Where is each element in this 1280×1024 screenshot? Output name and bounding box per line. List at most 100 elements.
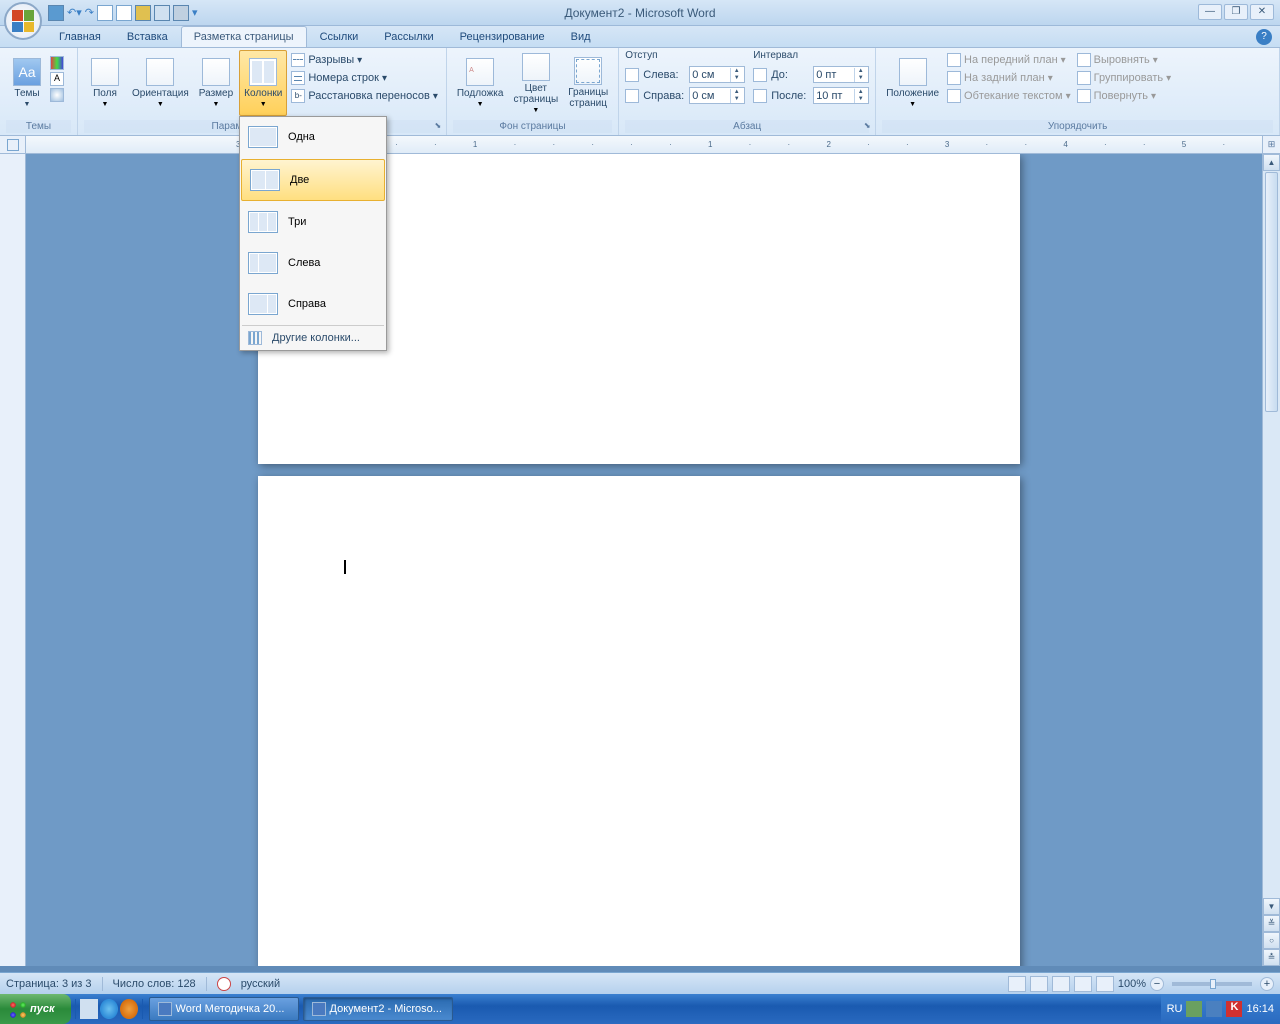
zoom-thumb[interactable] [1210, 979, 1216, 989]
columns-option-three[interactable]: Три [240, 202, 386, 243]
paragraph-dialog-launcher[interactable]: ⬊ [861, 121, 873, 133]
qat-icon-1[interactable] [97, 5, 113, 21]
prev-page-button[interactable]: ≚ [1263, 915, 1280, 932]
columns-option-right[interactable]: Справа [240, 284, 386, 325]
page-setup-dialog-launcher[interactable]: ⬊ [432, 121, 444, 133]
ruler-toggle[interactable]: ⊞ [1262, 136, 1280, 153]
theme-colors-icon[interactable] [50, 56, 64, 70]
browse-object-button[interactable]: ○ [1263, 932, 1280, 949]
minimize-button[interactable]: — [1198, 4, 1222, 20]
close-button[interactable]: ✕ [1250, 4, 1274, 20]
scroll-up-button[interactable]: ▲ [1263, 154, 1280, 171]
qat-icon-2[interactable] [116, 5, 132, 21]
columns-option-two[interactable]: Две [241, 159, 385, 201]
document-canvas[interactable] [26, 154, 1262, 966]
clock[interactable]: 16:14 [1246, 1003, 1274, 1015]
draft-view[interactable] [1096, 976, 1114, 992]
zoom-out-button[interactable]: − [1150, 977, 1164, 991]
tray-icon-1[interactable] [1186, 1001, 1202, 1017]
spacing-before-input[interactable]: 0 пт▲▼ [813, 66, 869, 83]
kaspersky-icon[interactable]: K [1226, 1001, 1242, 1017]
position-icon [899, 58, 927, 86]
indent-right-input[interactable]: 0 см▲▼ [689, 87, 745, 104]
page-status[interactable]: Страница: 3 из 3 [6, 978, 92, 990]
web-layout-view[interactable] [1052, 976, 1070, 992]
ie-icon[interactable] [100, 999, 118, 1019]
tab-insert[interactable]: Вставка [114, 26, 181, 47]
tab-selector[interactable] [0, 136, 26, 153]
columns-icon [249, 58, 277, 86]
more-columns-button[interactable]: Другие колонки... [240, 326, 386, 350]
show-desktop-icon[interactable] [80, 999, 98, 1019]
maximize-button[interactable]: ❐ [1224, 4, 1248, 20]
page-3[interactable] [258, 476, 1020, 966]
page-borders-button[interactable]: Границы страниц [564, 50, 612, 116]
orientation-button[interactable]: Ориентация ▼ [128, 50, 193, 116]
title-bar: ↶▾ ↷ ▾ Документ2 - Microsoft Word — ❐ ✕ [0, 0, 1280, 26]
print-preview-icon[interactable] [154, 5, 170, 21]
tab-view[interactable]: Вид [558, 26, 604, 47]
tab-references[interactable]: Ссылки [307, 26, 372, 47]
page-borders-icon [574, 57, 602, 85]
full-screen-view[interactable] [1030, 976, 1048, 992]
qat-icon-3[interactable] [135, 5, 151, 21]
line-numbers-button[interactable]: Номера строк ▾ [289, 70, 440, 86]
print-layout-view[interactable] [1008, 976, 1026, 992]
qat-customize-icon[interactable]: ▾ [192, 6, 198, 19]
outline-view[interactable] [1074, 976, 1092, 992]
spacing-before-row: До: 0 пт▲▼ [753, 65, 869, 84]
tab-home[interactable]: Главная [46, 26, 114, 47]
tab-page-layout[interactable]: Разметка страницы [181, 26, 307, 47]
undo-icon[interactable]: ↶▾ [67, 6, 82, 19]
columns-option-left[interactable]: Слева [240, 243, 386, 284]
page-color-icon [522, 53, 550, 81]
group-page-background: A Подложка ▼ Цвет страницы ▼ Границы стр… [447, 48, 619, 135]
hyphenation-button[interactable]: b-Расстановка переносов ▾ [289, 88, 440, 104]
save-icon[interactable] [48, 5, 64, 21]
office-button[interactable] [4, 2, 42, 40]
themes-button[interactable]: Aa Темы ▼ [6, 50, 48, 116]
start-button[interactable]: пуск [0, 994, 71, 1024]
indent-left-input[interactable]: 0 см▲▼ [689, 66, 745, 83]
tray-icon-2[interactable] [1206, 1001, 1222, 1017]
ruler-track[interactable]: 3 · · 2 · · 1 · · · · · 1 · · 2 · · 3 · … [26, 136, 1262, 153]
tab-mailings[interactable]: Рассылки [371, 26, 446, 47]
taskbar-item-1[interactable]: Word Методичка 20... [149, 997, 299, 1021]
next-page-button[interactable]: ≛ [1263, 949, 1280, 966]
language-status[interactable]: русский [241, 978, 280, 990]
right-column-icon [248, 293, 278, 315]
size-button[interactable]: Размер ▼ [195, 50, 237, 116]
vertical-ruler[interactable] [0, 154, 26, 966]
help-button[interactable]: ? [1256, 29, 1272, 45]
group-paragraph: Отступ Слева: 0 см▲▼ Справа: 0 см▲▼ Инте… [619, 48, 876, 135]
redo-icon[interactable]: ↷ [85, 6, 94, 19]
zoom-slider[interactable] [1172, 982, 1252, 986]
columns-button[interactable]: Колонки ▼ [239, 50, 287, 116]
quick-print-icon[interactable] [173, 5, 189, 21]
media-player-icon[interactable] [120, 999, 138, 1019]
zoom-in-button[interactable]: + [1260, 977, 1274, 991]
tab-review[interactable]: Рецензирование [447, 26, 558, 47]
horizontal-ruler[interactable]: 3 · · 2 · · 1 · · · · · 1 · · 2 · · 3 · … [0, 136, 1280, 154]
word-count[interactable]: Число слов: 128 [113, 978, 196, 990]
language-indicator[interactable]: RU [1167, 1003, 1183, 1015]
position-button[interactable]: Положение ▼ [882, 50, 943, 116]
scroll-down-button[interactable]: ▼ [1263, 898, 1280, 915]
text-wrap-button: Обтекание текстом ▾ [945, 88, 1073, 104]
page-color-button[interactable]: Цвет страницы ▼ [509, 50, 562, 116]
taskbar-item-2[interactable]: Документ2 - Microso... [303, 997, 453, 1021]
bring-front-button: На передний план ▾ [945, 52, 1073, 68]
columns-option-one[interactable]: Одна [240, 117, 386, 158]
spell-check-icon[interactable] [217, 977, 231, 991]
margins-button[interactable]: Поля ▼ [84, 50, 126, 116]
zoom-level[interactable]: 100% [1118, 978, 1146, 990]
scroll-thumb[interactable] [1265, 172, 1278, 412]
spacing-after-input[interactable]: 10 пт▲▼ [813, 87, 869, 104]
breaks-button[interactable]: Разрывы ▾ [289, 52, 440, 68]
theme-effects-icon[interactable] [50, 88, 64, 102]
left-column-icon [248, 252, 278, 274]
theme-fonts-icon[interactable]: A [50, 72, 64, 86]
indent-left-row: Слева: 0 см▲▼ [625, 65, 745, 84]
vertical-scrollbar[interactable]: ▲ ▼ ≚ ○ ≛ [1262, 154, 1280, 966]
watermark-button[interactable]: A Подложка ▼ [453, 50, 508, 116]
